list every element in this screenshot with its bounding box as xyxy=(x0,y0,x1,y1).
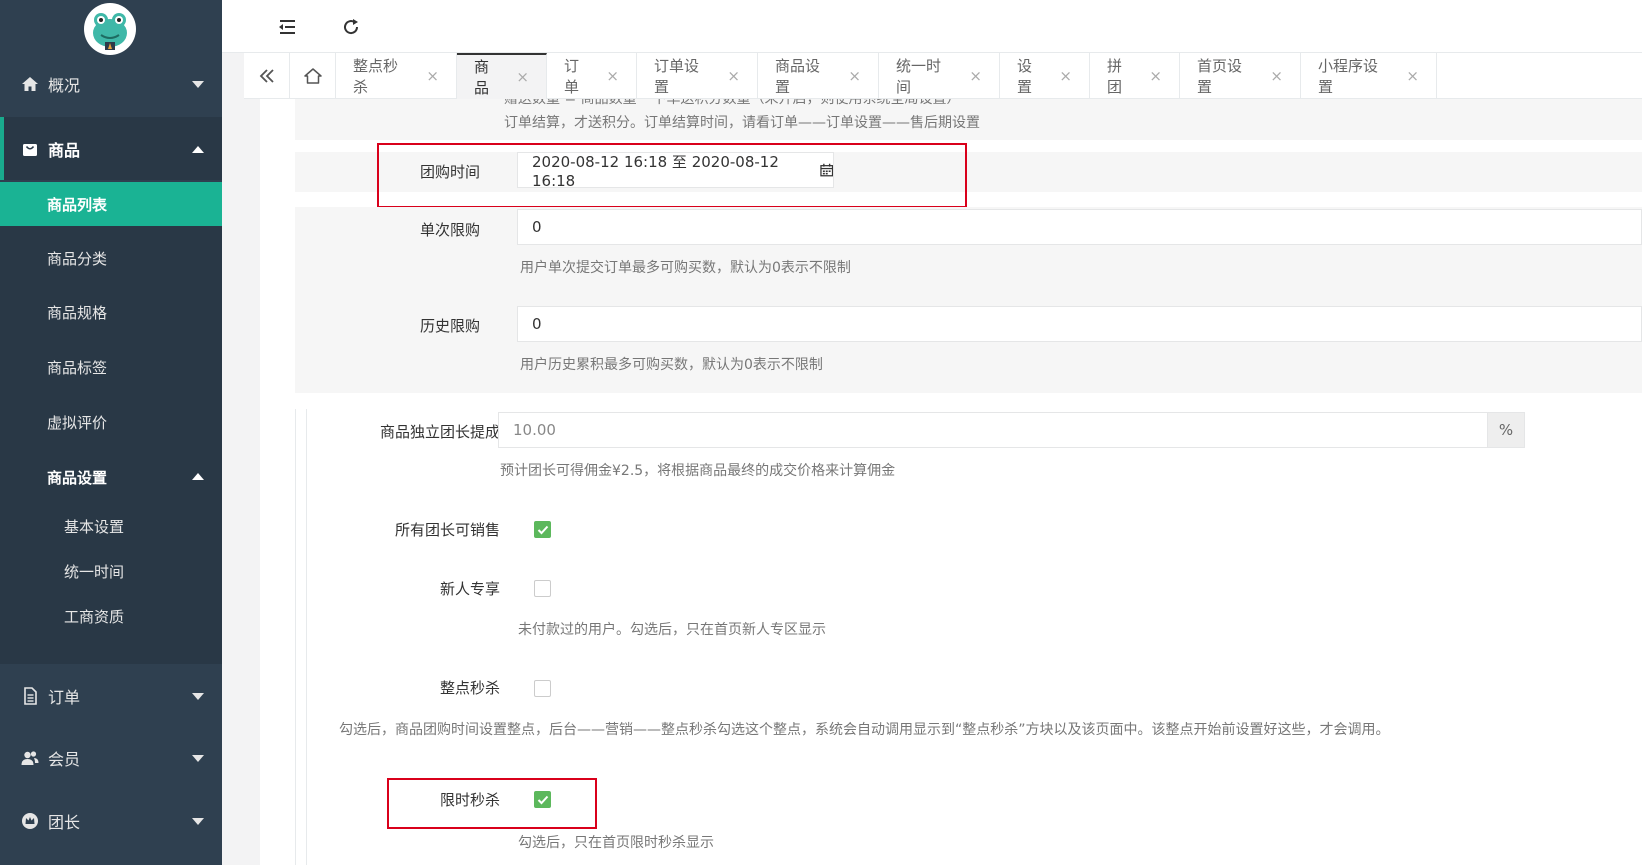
chevron-down-icon xyxy=(192,817,204,825)
nav-orders[interactable]: 订单 xyxy=(0,664,222,727)
close-icon[interactable]: × xyxy=(848,67,861,85)
history-limit-input[interactable]: 0 xyxy=(517,306,1642,342)
single-limit-help: 用户单次提交订单最多可购买数，默认为0表示不限制 xyxy=(520,260,851,276)
nav-overview-label: 概况 xyxy=(48,75,81,95)
submenu-item-goods-spec[interactable]: 商品规格 xyxy=(0,290,222,334)
nav-overview[interactable]: 概况 xyxy=(0,52,222,115)
submenu2-item-business-license[interactable]: 工商资质 xyxy=(0,596,222,636)
newbie-help: 未付款过的用户。勾选后，只在首页新人专区显示 xyxy=(518,622,826,638)
shopping-bag-icon xyxy=(20,139,40,159)
nav-orders-label: 订单 xyxy=(48,687,81,707)
close-icon[interactable]: × xyxy=(1270,67,1283,85)
checkmark-icon xyxy=(537,525,548,534)
tab-group-buy[interactable]: 拼团 × xyxy=(1090,53,1180,99)
commission-input[interactable]: 10.00 xyxy=(498,412,1488,448)
history-limit-label: 历史限购 xyxy=(419,317,480,335)
close-icon[interactable]: × xyxy=(606,67,619,85)
newbie-label: 新人专享 xyxy=(439,580,500,598)
close-icon[interactable]: × xyxy=(969,67,982,85)
submenu-item-virtual-review[interactable]: 虚拟评价 xyxy=(0,400,222,444)
tab-hourly-flash-sale[interactable]: 整点秒杀 × xyxy=(336,53,457,99)
commission-label: 商品独立团长提成 xyxy=(379,423,500,441)
tab-miniprogram-settings[interactable]: 小程序设置 × xyxy=(1301,53,1437,99)
chevron-down-icon xyxy=(192,754,204,762)
percent-addon: % xyxy=(1487,412,1525,448)
hourly-flash-label: 整点秒杀 xyxy=(439,679,500,697)
nav-goods[interactable]: 商品 xyxy=(0,117,222,180)
close-icon[interactable]: × xyxy=(727,67,740,85)
frog-logo-icon xyxy=(93,13,127,50)
chevron-up-icon xyxy=(192,473,204,480)
nav-leaders-label: 团长 xyxy=(48,812,81,832)
nav-members-label: 会员 xyxy=(48,749,81,769)
close-icon[interactable]: × xyxy=(1406,67,1419,85)
highlight-box xyxy=(387,778,597,829)
newbie-checkbox[interactable] xyxy=(534,580,551,597)
submenu-item-goods-settings[interactable]: 商品设置 xyxy=(0,455,222,499)
tab-goods-settings[interactable]: 商品设置 × xyxy=(758,53,879,99)
single-limit-input[interactable]: 0 xyxy=(517,209,1642,245)
home-outline-icon xyxy=(303,68,322,84)
nav-goods-label: 商品 xyxy=(48,140,81,160)
flash-sale-help: 勾选后，只在首页限时秒杀显示 xyxy=(518,835,714,851)
settlement-help: 订单结算，才送积分。订单结算时间，请看订单——订单设置——售后期设置 xyxy=(504,115,980,131)
nav-members[interactable]: 会员 xyxy=(0,726,222,789)
chevron-down-icon xyxy=(192,692,204,700)
tab-goods[interactable]: 商品 × xyxy=(457,53,547,99)
crown-icon xyxy=(20,811,40,831)
users-icon xyxy=(20,748,40,768)
double-chevron-left-icon xyxy=(259,69,274,83)
hourly-flash-checkbox[interactable] xyxy=(534,680,551,697)
tabs-scroll-left-button[interactable] xyxy=(244,53,290,99)
indent-icon xyxy=(279,20,295,34)
close-icon[interactable]: × xyxy=(426,67,439,85)
submenu-item-goods-list[interactable]: 商品列表 xyxy=(0,182,222,226)
tab-orders[interactable]: 订单 × xyxy=(547,53,637,99)
tab-home[interactable] xyxy=(290,53,336,99)
tabs-bar: 整点秒杀 × 商品 × 订单 × 订单设置 × 商品设置 × 统一时间 × 设置 × 拼团 × … xyxy=(244,53,1642,99)
submenu-item-goods-category[interactable]: 商品分类 xyxy=(0,236,222,280)
all-leaders-label: 所有团长可销售 xyxy=(394,521,500,539)
highlight-box xyxy=(377,143,967,208)
nav-leaders[interactable]: 团长 xyxy=(0,789,222,852)
hourly-flash-help: 勾选后，商品团购时间设置整点，后台——营销——整点秒杀勾选这个整点，系统会自动调… xyxy=(339,722,1390,738)
close-icon[interactable]: × xyxy=(1059,67,1072,85)
points-help: 赠送数量 = 商品数量 * 下单送积分数量（未开启，则使用系统全局设置） xyxy=(504,99,961,107)
sidebar: 概况 商品 商品列表 商品分类 商品规格 商品标签 虚拟评价 商品设置 基本设置… xyxy=(0,0,222,865)
goods-edit-form: 赠送数量 = 商品数量 * 下单送积分数量（未开启，则使用系统全局设置） 订单结… xyxy=(260,99,1642,865)
commission-help: 预计团长可得佣金¥2.5，将根据商品最终的成交价格来计算佣金 xyxy=(500,463,896,479)
close-icon[interactable]: × xyxy=(1149,67,1162,85)
single-limit-label: 单次限购 xyxy=(419,221,480,239)
home-icon xyxy=(20,74,40,94)
submenu-item-goods-tag[interactable]: 商品标签 xyxy=(0,345,222,389)
tab-homepage-settings[interactable]: 首页设置 × xyxy=(1180,53,1301,99)
all-leaders-checkbox[interactable] xyxy=(534,521,551,538)
tab-settings[interactable]: 设置 × xyxy=(1000,53,1090,99)
refresh-button[interactable] xyxy=(338,14,364,40)
tab-unified-time[interactable]: 统一时间 × xyxy=(879,53,1000,99)
submenu2-item-basic-settings[interactable]: 基本设置 xyxy=(0,506,222,546)
tab-order-settings[interactable]: 订单设置 × xyxy=(637,53,758,99)
logo[interactable] xyxy=(84,3,136,55)
chevron-up-icon xyxy=(192,145,204,153)
close-icon[interactable]: × xyxy=(516,68,529,86)
menu-toggle-button[interactable] xyxy=(274,14,300,40)
history-limit-help: 用户历史累积最多可购买数，默认为0表示不限制 xyxy=(520,357,823,373)
chevron-down-icon xyxy=(192,80,204,88)
document-icon xyxy=(20,686,40,706)
top-bar xyxy=(222,0,1642,53)
submenu2-item-unified-time[interactable]: 统一时间 xyxy=(0,551,222,591)
refresh-icon xyxy=(344,19,359,35)
